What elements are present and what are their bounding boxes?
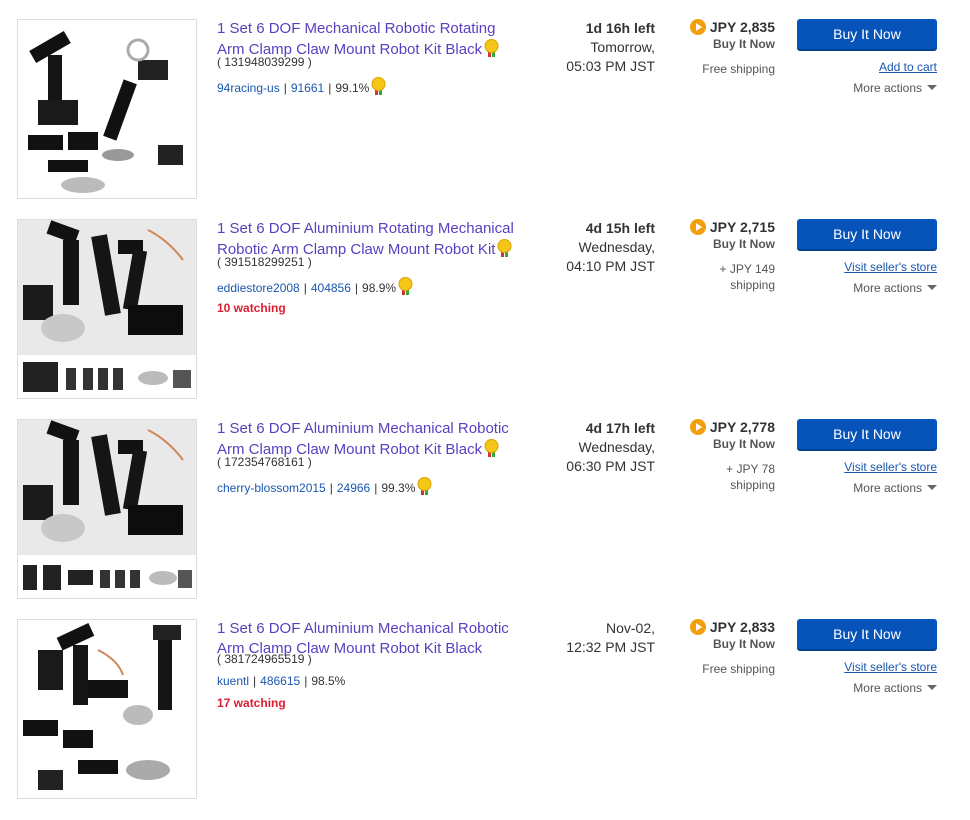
feedback-percent: 98.9% xyxy=(362,281,397,295)
listing-row: 1 Set 6 DOF Aluminium Rotating Mechanica… xyxy=(0,219,970,419)
caret-down-icon xyxy=(927,685,937,690)
time-left: 1d 16h left xyxy=(585,20,655,36)
more-actions-label: More actions xyxy=(853,81,922,95)
seller-info: eddiestore2008 | 404856 | 98.9% xyxy=(217,277,413,295)
listing-title: 1 Set 6 DOF Aluminium Mechanical Robotic… xyxy=(217,420,509,458)
price-info: JPY 2,835 Buy It Now Free shipping xyxy=(655,19,775,77)
more-actions-label: More actions xyxy=(853,681,922,695)
add-to-cart-link[interactable]: Add to cart xyxy=(879,60,937,74)
feedback-percent: 98.5% xyxy=(311,674,346,688)
top-rated-seller-icon xyxy=(417,477,432,495)
time-left: 4d 17h left xyxy=(585,420,655,436)
seller-link[interactable]: cherry-blossom2015 xyxy=(217,481,326,495)
time-info: 4d 15h left Wednesday, 04:10 PM JST xyxy=(505,219,655,276)
feedback-count-link[interactable]: 91661 xyxy=(291,81,324,95)
end-time: 04:10 PM JST xyxy=(566,258,655,274)
seller-link[interactable]: kuentl xyxy=(217,674,249,688)
item-number: ( 131948039299 ) xyxy=(217,55,312,69)
listing-title: 1 Set 6 DOF Mechanical Robotic Rotating … xyxy=(217,20,496,58)
more-actions-label: More actions xyxy=(853,481,922,495)
seller-link[interactable]: 94racing-us xyxy=(217,81,280,95)
shipping-cost: + JPY 149 xyxy=(719,262,776,276)
end-time: 12:32 PM JST xyxy=(566,639,655,655)
top-rated-seller-icon xyxy=(484,39,499,57)
seller-link[interactable]: eddiestore2008 xyxy=(217,281,300,295)
buy-it-now-icon xyxy=(689,619,706,635)
shipping-label: shipping xyxy=(730,478,775,492)
more-actions-label: More actions xyxy=(853,281,922,295)
end-day: Nov-02, xyxy=(605,620,655,636)
seller-info: 94racing-us | 91661 | 99.1% xyxy=(217,77,386,95)
format-label: Buy It Now xyxy=(713,437,775,451)
time-left: 4d 15h left xyxy=(585,220,655,236)
top-rated-seller-icon xyxy=(398,277,413,295)
caret-down-icon xyxy=(927,485,937,490)
end-day: Tomorrow, xyxy=(590,39,655,55)
price: JPY 2,835 xyxy=(709,19,775,35)
buy-it-now-button[interactable]: Buy It Now xyxy=(797,219,937,249)
more-actions-menu[interactable]: More actions xyxy=(853,281,937,295)
product-image[interactable] xyxy=(17,219,197,399)
feedback-percent: 99.3% xyxy=(381,481,416,495)
time-info: 4d 17h left Wednesday, 06:30 PM JST xyxy=(505,419,655,476)
buy-it-now-button[interactable]: Buy It Now xyxy=(797,19,937,49)
buy-it-now-button[interactable]: Buy It Now xyxy=(797,419,937,449)
time-info: Nov-02, 12:32 PM JST xyxy=(505,619,655,657)
format-label: Buy It Now xyxy=(713,37,775,51)
shipping-label: shipping xyxy=(730,278,775,292)
listing-row: 1 Set 6 DOF Mechanical Robotic Rotating … xyxy=(0,19,970,219)
shipping-cost: + JPY 78 xyxy=(726,462,775,476)
price: JPY 2,778 xyxy=(709,419,775,435)
price-info: JPY 2,778 Buy It Now + JPY 78 shipping xyxy=(655,419,775,493)
end-day: Wednesday, xyxy=(578,439,655,455)
end-time: 06:30 PM JST xyxy=(566,458,655,474)
item-number: ( 172354768161 ) xyxy=(217,455,312,469)
visit-store-link[interactable]: Visit seller's store xyxy=(844,260,937,274)
shipping-cost: Free shipping xyxy=(702,62,775,76)
shipping-cost: Free shipping xyxy=(702,662,775,676)
listing-title-link[interactable]: 1 Set 6 DOF Aluminium Rotating Mechanica… xyxy=(217,219,517,260)
feedback-percent: 99.1% xyxy=(335,81,370,95)
top-rated-seller-icon xyxy=(371,77,386,95)
top-rated-seller-icon xyxy=(484,439,499,457)
buy-it-now-icon xyxy=(689,419,706,435)
seller-info: cherry-blossom2015 | 24966 | 99.3% xyxy=(217,477,432,495)
listing-title: 1 Set 6 DOF Aluminium Rotating Mechanica… xyxy=(217,220,514,258)
watching-count: 10 watching xyxy=(217,301,286,315)
visit-store-link[interactable]: Visit seller's store xyxy=(844,460,937,474)
buy-it-now-icon xyxy=(689,19,706,35)
price: JPY 2,833 xyxy=(709,619,775,635)
buy-it-now-button[interactable]: Buy It Now xyxy=(797,619,937,649)
watching-count: 17 watching xyxy=(217,696,286,710)
more-actions-menu[interactable]: More actions xyxy=(853,81,937,95)
caret-down-icon xyxy=(927,285,937,290)
feedback-count-link[interactable]: 404856 xyxy=(311,281,351,295)
format-label: Buy It Now xyxy=(713,637,775,651)
feedback-count-link[interactable]: 486615 xyxy=(260,674,300,688)
price: JPY 2,715 xyxy=(709,219,775,235)
listing-title-link[interactable]: 1 Set 6 DOF Mechanical Robotic Rotating … xyxy=(217,19,517,60)
time-info: 1d 16h left Tomorrow, 05:03 PM JST xyxy=(505,19,655,76)
end-time: 05:03 PM JST xyxy=(566,58,655,74)
product-image[interactable] xyxy=(17,19,197,199)
product-image[interactable] xyxy=(17,619,197,799)
format-label: Buy It Now xyxy=(713,237,775,251)
feedback-count-link[interactable]: 24966 xyxy=(337,481,370,495)
product-image[interactable] xyxy=(17,419,197,599)
more-actions-menu[interactable]: More actions xyxy=(853,681,937,695)
item-number: ( 391518299251 ) xyxy=(217,255,312,269)
listing-row: 1 Set 6 DOF Aluminium Mechanical Robotic… xyxy=(0,619,970,819)
seller-info: kuentl | 486615 | 98.5% xyxy=(217,674,346,688)
listing-row: 1 Set 6 DOF Aluminium Mechanical Robotic… xyxy=(0,419,970,619)
visit-store-link[interactable]: Visit seller's store xyxy=(844,660,937,674)
price-info: JPY 2,833 Buy It Now Free shipping xyxy=(655,619,775,677)
end-day: Wednesday, xyxy=(578,239,655,255)
more-actions-menu[interactable]: More actions xyxy=(853,481,937,495)
price-info: JPY 2,715 Buy It Now + JPY 149 shipping xyxy=(655,219,775,293)
caret-down-icon xyxy=(927,85,937,90)
buy-it-now-icon xyxy=(689,219,706,235)
listing-title-link[interactable]: 1 Set 6 DOF Aluminium Mechanical Robotic… xyxy=(217,419,517,460)
item-number: ( 381724965519 ) xyxy=(217,652,312,666)
